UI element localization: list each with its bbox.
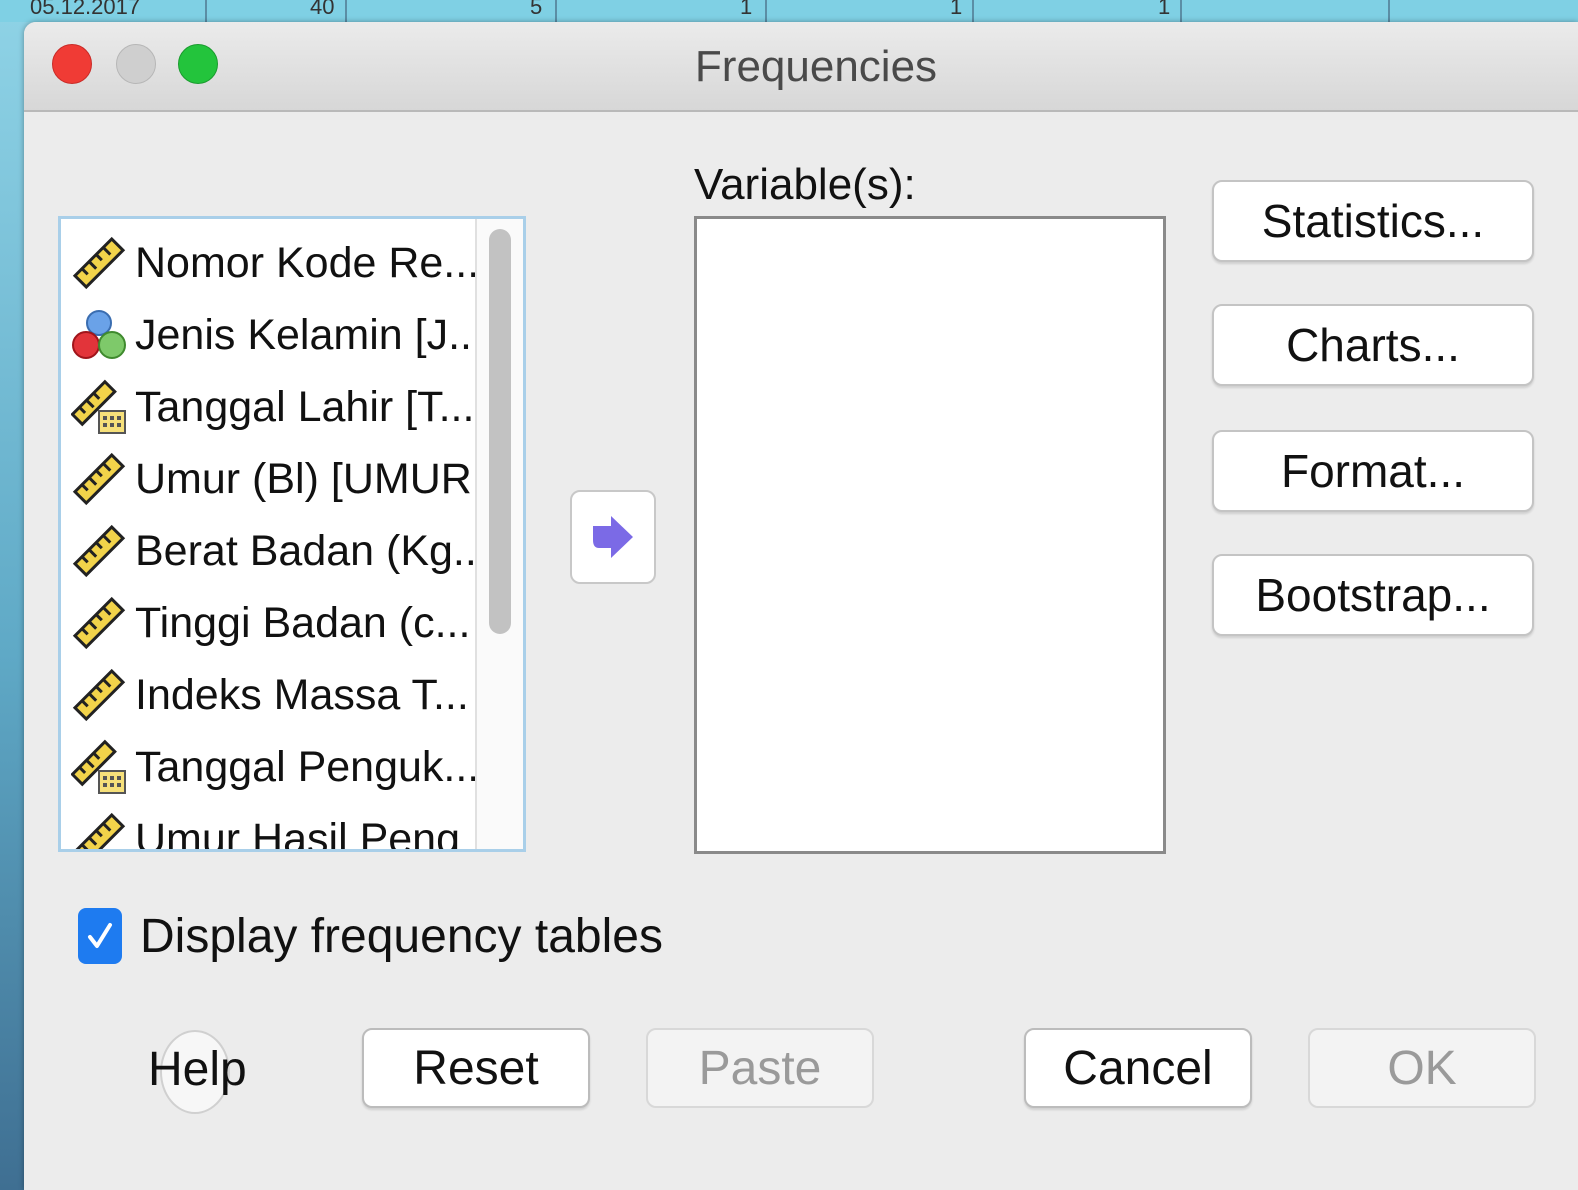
variables-label: Variable(s):: [694, 160, 916, 209]
display-frequency-tables-option[interactable]: Display frequency tables: [78, 908, 663, 964]
window-title: Frequencies: [694, 42, 938, 91]
background-cell: 1: [740, 0, 753, 19]
scale-ruler-icon: [72, 524, 126, 578]
variable-list-item[interactable]: Jenis Kelamin [J...: [71, 303, 484, 367]
grid-line: [345, 0, 347, 22]
reset-button[interactable]: Reset: [362, 1028, 590, 1108]
background-spreadsheet-row: 05.12.2017 40 5 1 1 1: [0, 0, 1578, 22]
date-ruler-icon: [71, 379, 126, 434]
format-button[interactable]: Format...: [1212, 430, 1534, 512]
scale-ruler-icon: [72, 452, 126, 506]
frequencies-dialog: Frequencies Nomor Kode Re... Jenis Kelami…: [24, 22, 1578, 1190]
background-cell: 5: [530, 0, 543, 19]
variable-list-item[interactable]: Nomor Kode Re...: [71, 231, 479, 295]
grid-line: [555, 0, 557, 22]
scroll-thumb[interactable]: [489, 229, 511, 634]
variable-list-item[interactable]: Umur (Bl) [UMUR...: [71, 447, 508, 511]
variable-list-item[interactable]: Berat Badan (Kg...: [71, 519, 489, 583]
background-cell: 05.12.2017: [30, 0, 141, 19]
cancel-button[interactable]: Cancel: [1024, 1028, 1252, 1108]
right-arrow-icon: [593, 516, 633, 558]
date-ruler-icon: [71, 739, 126, 794]
variable-label: Berat Badan (Kg...: [135, 526, 489, 575]
variable-label: Tinggi Badan (c...: [135, 598, 471, 647]
nominal-balls-icon: [72, 310, 126, 359]
variable-list-scrollbar[interactable]: [475, 219, 523, 849]
source-variable-list[interactable]: Nomor Kode Re... Jenis Kelamin [J... Tangg…: [58, 216, 526, 852]
variable-label: Umur Hasil Peng: [135, 814, 460, 852]
background-cell: 1: [1158, 0, 1171, 19]
move-to-variables-button[interactable]: [570, 490, 656, 584]
scale-ruler-icon: [72, 668, 126, 722]
title-bar[interactable]: Frequencies: [24, 22, 1578, 112]
grid-line: [205, 0, 207, 22]
grid-line: [972, 0, 974, 22]
checkmark-icon: [88, 923, 112, 948]
help-label[interactable]: Help: [148, 1042, 247, 1097]
scale-ruler-icon: [72, 596, 126, 650]
selected-variables-list[interactable]: [694, 216, 1166, 854]
charts-button[interactable]: Charts...: [1212, 304, 1534, 386]
scale-ruler-icon: [72, 812, 126, 849]
grid-line: [1180, 0, 1182, 22]
background-cell: 40: [310, 0, 335, 19]
grid-line: [765, 0, 767, 22]
variable-list-item[interactable]: Tinggi Badan (c...: [71, 591, 470, 655]
variable-label: Tanggal Penguk...: [135, 742, 480, 791]
display-frequency-tables-label: Display frequency tables: [140, 909, 663, 963]
variable-list-item[interactable]: Indeks Massa T...: [71, 663, 469, 727]
variable-label: Tanggal Lahir [T...: [135, 382, 475, 431]
variable-label: Indeks Massa T...: [135, 670, 469, 719]
background-cell: 1: [950, 0, 963, 19]
variable-list-item[interactable]: Umur Hasil Peng: [71, 807, 460, 852]
variable-list-item[interactable]: Tanggal Penguk...: [71, 735, 479, 799]
statistics-button[interactable]: Statistics...: [1212, 180, 1534, 262]
variable-label: Jenis Kelamin [J...: [135, 310, 484, 359]
variable-list-item[interactable]: Tanggal Lahir [T...: [71, 375, 474, 439]
bootstrap-button[interactable]: Bootstrap...: [1212, 554, 1534, 636]
variable-label: Umur (Bl) [UMUR...: [135, 454, 508, 503]
paste-button[interactable]: Paste: [646, 1028, 874, 1108]
grid-line: [1388, 0, 1390, 22]
display-frequency-tables-checkbox[interactable]: [78, 908, 122, 964]
variable-label: Nomor Kode Re...: [135, 238, 480, 287]
ok-button[interactable]: OK: [1308, 1028, 1536, 1108]
scale-ruler-icon: [72, 236, 126, 290]
